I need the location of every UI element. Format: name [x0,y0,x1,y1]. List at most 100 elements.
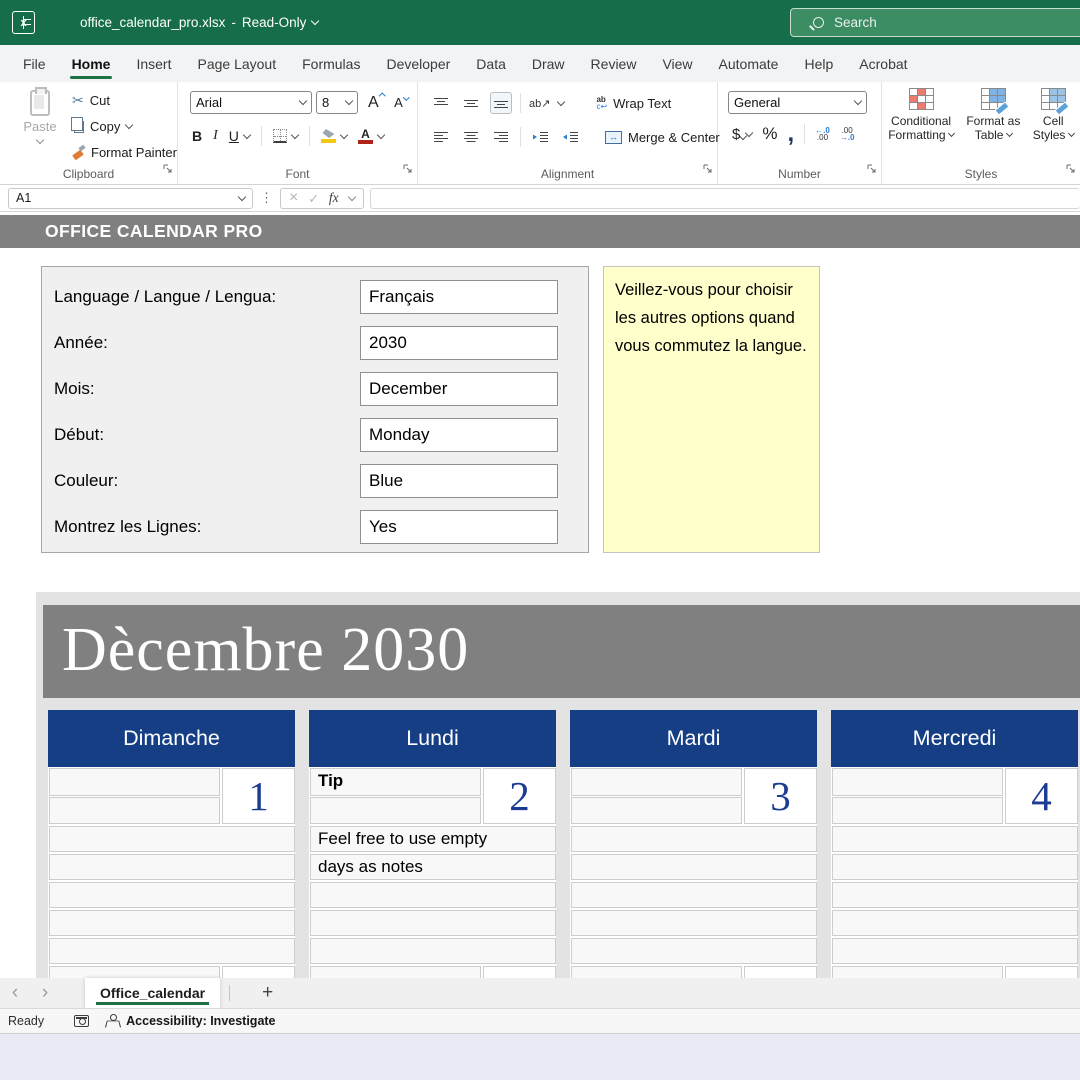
chevron-down-icon[interactable] [243,130,251,138]
day-cell[interactable] [49,910,295,936]
fill-color-button[interactable] [321,129,336,143]
copy-button[interactable]: Copy [72,117,177,136]
tip-note-cell[interactable]: Feel free to use empty [310,826,556,852]
comma-style-button[interactable]: , [787,127,794,141]
sheet-tab-office-calendar[interactable]: Office_calendar [85,978,220,1008]
bold-button[interactable]: B [192,128,202,144]
italic-button[interactable]: I [213,128,218,144]
day-cell[interactable] [832,910,1078,936]
day-cell[interactable] [571,938,817,964]
day-cell[interactable] [310,797,481,825]
day-number[interactable]: 2 [483,768,556,824]
day-cell[interactable] [310,938,556,964]
day-number[interactable] [1005,966,1078,978]
day-number[interactable] [483,966,556,978]
accessibility-status[interactable]: Accessibility: Investigate [126,1014,275,1028]
day-cell[interactable] [832,826,1078,852]
format-painter-button[interactable]: Format Painter [72,143,177,162]
chevron-down-icon[interactable] [291,130,299,138]
alignment-dialog-launcher-icon[interactable] [703,161,713,179]
chevron-down-icon[interactable] [557,97,565,105]
chevron-down-icon[interactable] [347,192,355,200]
day-number[interactable]: 4 [1005,768,1078,824]
chevron-down-icon[interactable] [745,128,753,136]
paste-button[interactable]: Paste [14,90,66,149]
ribbon-tab-data[interactable]: Data [463,45,519,82]
day-number[interactable]: 3 [744,768,817,824]
underline-button[interactable]: U [229,128,239,144]
day-cell[interactable] [832,797,1003,825]
day-cell[interactable] [832,854,1078,880]
font-size-select[interactable]: 8 [316,91,358,114]
number-dialog-launcher-icon[interactable] [867,161,877,179]
ribbon-tab-file[interactable]: File [10,45,59,82]
day-cell[interactable] [832,966,1003,978]
ribbon-tab-formulas[interactable]: Formulas [289,45,373,82]
align-left-button[interactable] [430,126,452,148]
ribbon-tab-insert[interactable]: Insert [123,45,184,82]
insert-function-icon[interactable]: fx [329,190,339,206]
cell-styles-button[interactable]: Cell Styles [1033,88,1074,142]
ribbon-tab-automate[interactable]: Automate [706,45,792,82]
orientation-button[interactable]: ab↗ [529,97,550,110]
next-sheet-icon[interactable]: › [30,978,60,1008]
day-cell[interactable] [49,882,295,908]
cut-button[interactable]: ✂ Cut [72,91,177,110]
day-cell[interactable] [310,882,556,908]
day-cell[interactable] [832,768,1003,796]
day-cell[interactable] [571,826,817,852]
month-field[interactable]: December [360,372,558,406]
align-center-button[interactable] [460,126,482,148]
day-cell[interactable] [571,910,817,936]
day-cell[interactable] [49,854,295,880]
day-cell[interactable] [49,797,220,825]
conditional-formatting-button[interactable]: Conditional Formatting [888,88,954,142]
day-number[interactable] [744,966,817,978]
day-cell[interactable] [571,966,742,978]
tip-title-cell[interactable]: Tip [310,768,481,796]
enter-icon[interactable]: ✓ [308,191,318,206]
font-dialog-launcher-icon[interactable] [403,161,413,179]
ribbon-tab-help[interactable]: Help [791,45,846,82]
chevron-down-icon[interactable] [340,130,348,138]
day-number[interactable]: 1 [222,768,295,824]
day-cell[interactable] [832,938,1078,964]
clipboard-dialog-launcher-icon[interactable] [163,161,173,179]
ribbon-tab-view[interactable]: View [649,45,705,82]
day-cell[interactable] [49,938,295,964]
excel-app-icon[interactable]: x [12,11,35,34]
wrap-text-button[interactable]: abc↩ Wrap Text [596,96,671,111]
day-cell[interactable] [571,882,817,908]
day-cell[interactable] [49,966,220,978]
styles-dialog-launcher-icon[interactable] [1066,161,1076,179]
day-cell[interactable] [49,826,295,852]
day-cell[interactable] [49,768,220,796]
day-cell[interactable] [571,768,742,796]
ribbon-tab-draw[interactable]: Draw [519,45,578,82]
align-right-button[interactable] [490,126,512,148]
decrease-decimal-button[interactable]: .00→.0 [840,127,855,142]
ribbon-tab-acrobat[interactable]: Acrobat [846,45,920,82]
borders-button[interactable] [273,129,287,143]
increase-indent-button[interactable] [559,126,581,148]
align-middle-button[interactable] [460,92,482,114]
macro-record-icon[interactable] [74,1015,89,1027]
add-sheet-button[interactable]: + [262,982,273,1004]
cancel-icon[interactable]: × [289,189,298,207]
chevron-down-icon[interactable] [377,130,385,138]
day-cell[interactable] [310,966,481,978]
day-cell[interactable] [310,910,556,936]
name-box[interactable]: A1 [8,188,253,209]
align-top-button[interactable] [430,92,452,114]
drag-handle-icon[interactable]: ⋮ [260,190,273,206]
search-box[interactable]: Search [790,8,1080,37]
ribbon-tab-developer[interactable]: Developer [373,45,463,82]
decrease-indent-button[interactable] [529,126,551,148]
day-cell[interactable] [571,854,817,880]
font-color-button[interactable]: A [358,129,373,144]
language-field[interactable]: Français [360,280,558,314]
increase-font-size-button[interactable]: A [368,94,384,112]
show-lines-field[interactable]: Yes [360,510,558,544]
year-field[interactable]: 2030 [360,326,558,360]
align-bottom-button[interactable] [490,92,512,114]
